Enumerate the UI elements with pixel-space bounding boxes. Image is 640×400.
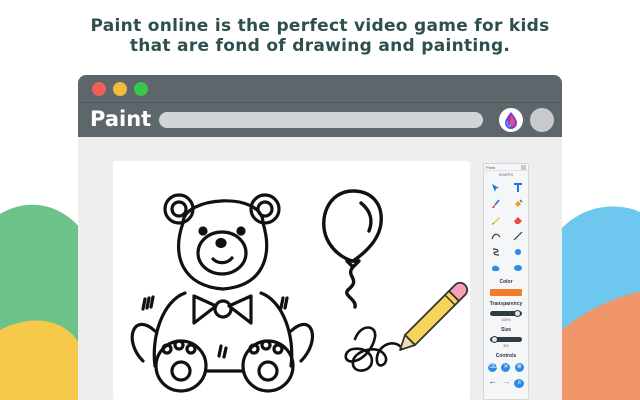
panel-header: Paint	[484, 164, 528, 171]
balloon-drawing	[322, 189, 383, 309]
teddy-bear-drawing	[130, 193, 315, 393]
headline-line-1: Paint online is the perfect video game f…	[90, 16, 550, 36]
curve-icon	[491, 233, 501, 239]
brush-tool[interactable]	[489, 197, 503, 210]
title-bar	[78, 75, 562, 103]
maximize-window-button[interactable]	[134, 82, 148, 96]
headline: Paint online is the perfect video game f…	[0, 16, 640, 56]
app-bar: Paint	[78, 103, 562, 137]
pointer-tool[interactable]	[489, 181, 503, 194]
panel-subtitle: SHAPES	[498, 173, 514, 177]
ellipse-icon	[514, 264, 522, 271]
color-label: Color	[499, 279, 513, 285]
close-icon: ✕	[503, 364, 509, 370]
close-button[interactable]: ✕	[501, 363, 511, 372]
path-icon	[492, 247, 500, 256]
tool-grid	[489, 181, 528, 274]
line-tool[interactable]	[511, 229, 525, 242]
pencil-icon	[492, 216, 500, 224]
nav-row: ← → ≡	[484, 377, 528, 388]
undo-button[interactable]: ←	[488, 377, 498, 388]
pencil-tool[interactable]	[489, 213, 503, 226]
menu-icon: ≡	[514, 379, 525, 388]
controls-label: Controls	[495, 353, 517, 359]
transparency-value: 100%	[501, 318, 511, 322]
redo-arrow-icon: →	[501, 376, 511, 386]
scribble-drawing	[344, 326, 403, 372]
clear-icon: ⊗	[516, 364, 522, 370]
color-swatch[interactable]	[490, 289, 522, 296]
headline-line-2: that are fond of drawing and painting.	[129, 36, 511, 56]
line-icon	[513, 231, 523, 240]
minimize-window-button[interactable]	[113, 82, 127, 96]
menu-button[interactable]: ≡	[514, 377, 525, 388]
delete-button[interactable]: ⌫	[488, 363, 498, 372]
clear-button[interactable]: ⊗	[514, 363, 524, 372]
size-value: 5%	[503, 344, 509, 348]
size-slider[interactable]	[490, 336, 522, 343]
canvas-drawing	[130, 189, 469, 393]
blob-tool[interactable]	[511, 245, 525, 258]
transparency-label: Transparency	[489, 301, 523, 307]
transparency-slider-knob[interactable]	[514, 310, 521, 317]
text-tool[interactable]	[511, 181, 525, 194]
shape-tool[interactable]	[489, 261, 503, 274]
size-label: Size	[500, 327, 511, 333]
address-bar[interactable]	[159, 112, 483, 128]
curve-tool[interactable]	[489, 229, 503, 242]
yellow-blob	[0, 320, 80, 400]
fill-tool[interactable]	[511, 197, 525, 210]
pointer-icon	[492, 183, 499, 192]
text-icon	[514, 182, 522, 192]
undo-arrow-icon: ←	[488, 376, 498, 386]
app-title: Paint	[90, 107, 152, 131]
drawing-canvas[interactable]	[113, 161, 470, 400]
pencil-drawing	[399, 281, 469, 351]
controls-row: ⌫ ✕ ⊗	[484, 363, 528, 372]
tools-panel: Paint SHAPES Color Transparency 100% Siz…	[483, 163, 529, 400]
brush-icon	[492, 199, 500, 208]
paint-drop-icon	[505, 112, 517, 129]
fill-icon	[515, 198, 523, 207]
redo-button[interactable]: →	[501, 377, 511, 388]
transparency-slider[interactable]	[490, 310, 522, 317]
eraser-tool[interactable]	[511, 213, 525, 226]
paint-logo-button[interactable]	[499, 108, 523, 132]
blob-icon	[515, 248, 521, 255]
close-window-button[interactable]	[92, 82, 106, 96]
shape-icon	[492, 265, 500, 271]
path-tool[interactable]	[489, 245, 503, 258]
size-slider-knob[interactable]	[491, 336, 498, 343]
panel-title: Paint	[486, 165, 496, 170]
profile-button[interactable]	[530, 108, 554, 132]
delete-icon: ⌫	[488, 364, 497, 370]
app-window: Paint Paint SHAPES Color Transparency 10…	[78, 75, 562, 400]
eraser-icon	[514, 216, 522, 224]
panel-close-button[interactable]	[521, 165, 526, 170]
ellipse-tool[interactable]	[511, 261, 525, 274]
